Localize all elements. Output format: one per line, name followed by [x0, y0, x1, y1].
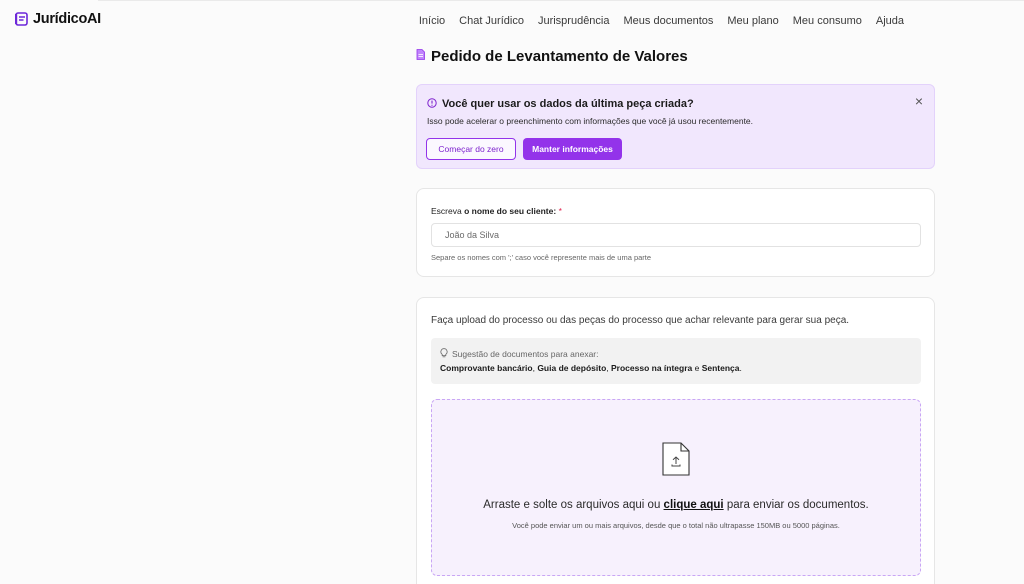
nav-item-jurisprudencia[interactable]: Jurisprudência [531, 15, 617, 27]
app-name: JurídicoAI [33, 11, 101, 27]
lightbulb-icon [440, 348, 448, 360]
main-nav: Início Chat Jurídico Jurisprudência Meus… [412, 15, 911, 27]
nav-item-chat-juridico[interactable]: Chat Jurídico [452, 15, 531, 27]
suggested-docs-list: Comprovante bancário, Guia de depósito, … [440, 363, 742, 373]
client-name-label: Escreva o nome do seu cliente: * [431, 206, 562, 216]
nav-item-ajuda[interactable]: Ajuda [869, 15, 911, 27]
info-icon [427, 95, 437, 113]
drop-text-after: para enviar os documentos. [723, 499, 869, 511]
dropzone-limit-text: Você pode enviar um ou mais arquivos, de… [512, 521, 840, 530]
page-title: Pedido de Levantamento de Valores [416, 47, 688, 65]
file-upload-icon [662, 442, 690, 481]
nav-item-inicio[interactable]: Início [412, 15, 452, 27]
close-icon[interactable]: × [915, 94, 923, 108]
top-bar: JurídicoAI Início Chat Jurídico Jurispru… [0, 0, 1024, 40]
required-mark: * [558, 206, 562, 216]
start-from-scratch-button[interactable]: Começar do zero [426, 138, 516, 160]
keep-information-button[interactable]: Manter informações [523, 138, 622, 160]
click-here-link[interactable]: clique aqui [664, 499, 724, 511]
drop-text-before: Arraste e solte os arquivos aqui ou [483, 499, 664, 511]
app-logo[interactable]: JurídicoAI [15, 11, 101, 27]
label-prefix: Escreva [431, 206, 465, 216]
page-title-text: Pedido de Levantamento de Valores [431, 47, 688, 65]
separator: e [692, 363, 702, 373]
logo-icon [15, 12, 28, 26]
suggested-doc: Sentença [701, 363, 740, 373]
notice-text: Isso pode acelerar o preenchimento com i… [427, 116, 754, 126]
suggestions-header: Sugestão de documentos para anexar: [440, 348, 599, 360]
client-name-input[interactable] [431, 223, 921, 247]
document-suggestions: Sugestão de documentos para anexar: Comp… [431, 338, 921, 384]
dropzone-instructions: Arraste e solte os arquivos aqui ou cliq… [432, 499, 920, 511]
nav-item-meus-documentos[interactable]: Meus documentos [617, 15, 721, 27]
nav-item-meu-plano[interactable]: Meu plano [720, 15, 785, 27]
separator: . [739, 363, 742, 373]
notice-title: Você quer usar os dados da última peça c… [442, 98, 694, 110]
notice-header: Você quer usar os dados da última peça c… [427, 95, 694, 113]
client-name-card: Escreva o nome do seu cliente: * Separe … [416, 188, 935, 277]
upload-intro: Faça upload do processo ou das peças do … [431, 315, 850, 326]
suggestions-title: Sugestão de documentos para anexar: [452, 349, 599, 359]
upload-card: Faça upload do processo ou das peças do … [416, 297, 935, 584]
suggested-doc: Processo na íntegra [611, 363, 693, 373]
document-icon [416, 47, 425, 65]
file-dropzone[interactable]: Arraste e solte os arquivos aqui ou cliq… [431, 399, 921, 576]
suggested-doc: Comprovante bancário [440, 363, 533, 373]
reuse-data-notice: Você quer usar os dados da última peça c… [416, 84, 935, 169]
client-name-hint: Separe os nomes com ';' caso você repres… [431, 253, 652, 262]
nav-item-meu-consumo[interactable]: Meu consumo [786, 15, 869, 27]
label-bold: o nome do seu cliente: [464, 206, 557, 216]
suggested-doc: Guia de depósito [537, 363, 607, 373]
top-divider [98, 0, 1024, 1]
